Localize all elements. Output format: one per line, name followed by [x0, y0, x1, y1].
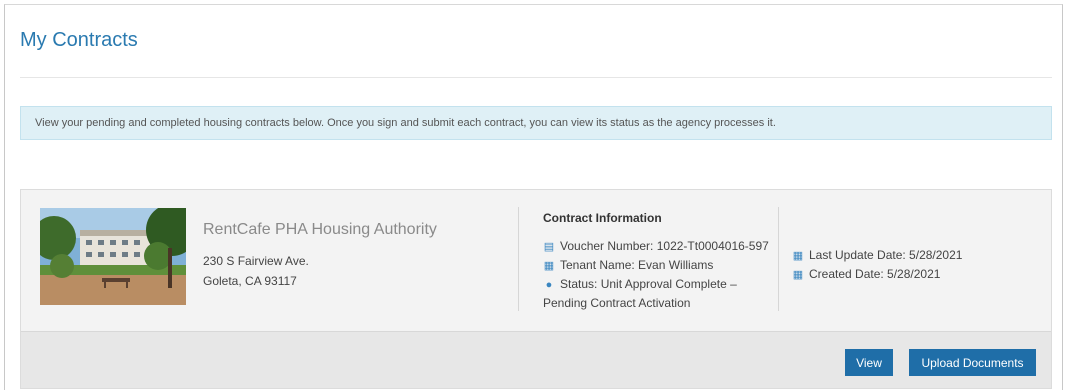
page-title: My Contracts [20, 29, 138, 51]
property-address-line2: Goleta, CA 93117 [203, 274, 297, 288]
voucher-number-text: Voucher Number: 1022-Tt0004016-597 [560, 239, 769, 253]
column-divider [778, 207, 779, 311]
view-button[interactable]: View [845, 349, 893, 376]
contracts-panel: My Contracts View your pending and compl… [4, 4, 1063, 390]
divider [20, 77, 1052, 78]
last-update-text: Last Update Date: 5/28/2021 [809, 248, 963, 262]
created-text: Created Date: 5/28/2021 [809, 267, 941, 281]
calendar-icon: ▦ [792, 250, 804, 262]
contract-info-heading: Contract Information [543, 211, 662, 225]
tenant-name: ▦ Tenant Name: Evan Williams [543, 258, 714, 272]
id-card-icon: ▤ [543, 241, 555, 253]
info-banner-text: View your pending and completed housing … [35, 117, 776, 129]
calendar-icon: ▦ [792, 269, 804, 281]
column-divider [518, 207, 519, 311]
voucher-number: ▤ Voucher Number: 1022-Tt0004016-597 [543, 239, 769, 253]
user-icon: ● [545, 279, 553, 291]
last-update-date: ▦ Last Update Date: 5/28/2021 [792, 248, 963, 262]
info-banner: View your pending and completed housing … [20, 106, 1052, 140]
tenant-name-text: Tenant Name: Evan Williams [560, 258, 714, 272]
contract-status-continued: Pending Contract Activation [543, 296, 691, 310]
contract-card: RentCafe PHA Housing Authority 230 S Fai… [20, 189, 1052, 389]
calendar-icon: ▦ [543, 260, 555, 272]
property-photo [40, 208, 186, 305]
upload-documents-button[interactable]: Upload Documents [909, 349, 1036, 376]
property-address-line1: 230 S Fairview Ave. [203, 254, 309, 268]
property-name: RentCafe PHA Housing Authority [203, 221, 437, 238]
created-date: ▦ Created Date: 5/28/2021 [792, 267, 941, 281]
status-text: Status: Unit Approval Complete – [560, 277, 737, 291]
contract-status: ● Status: Unit Approval Complete – [543, 277, 737, 291]
card-actions: View Upload Documents [21, 331, 1051, 388]
